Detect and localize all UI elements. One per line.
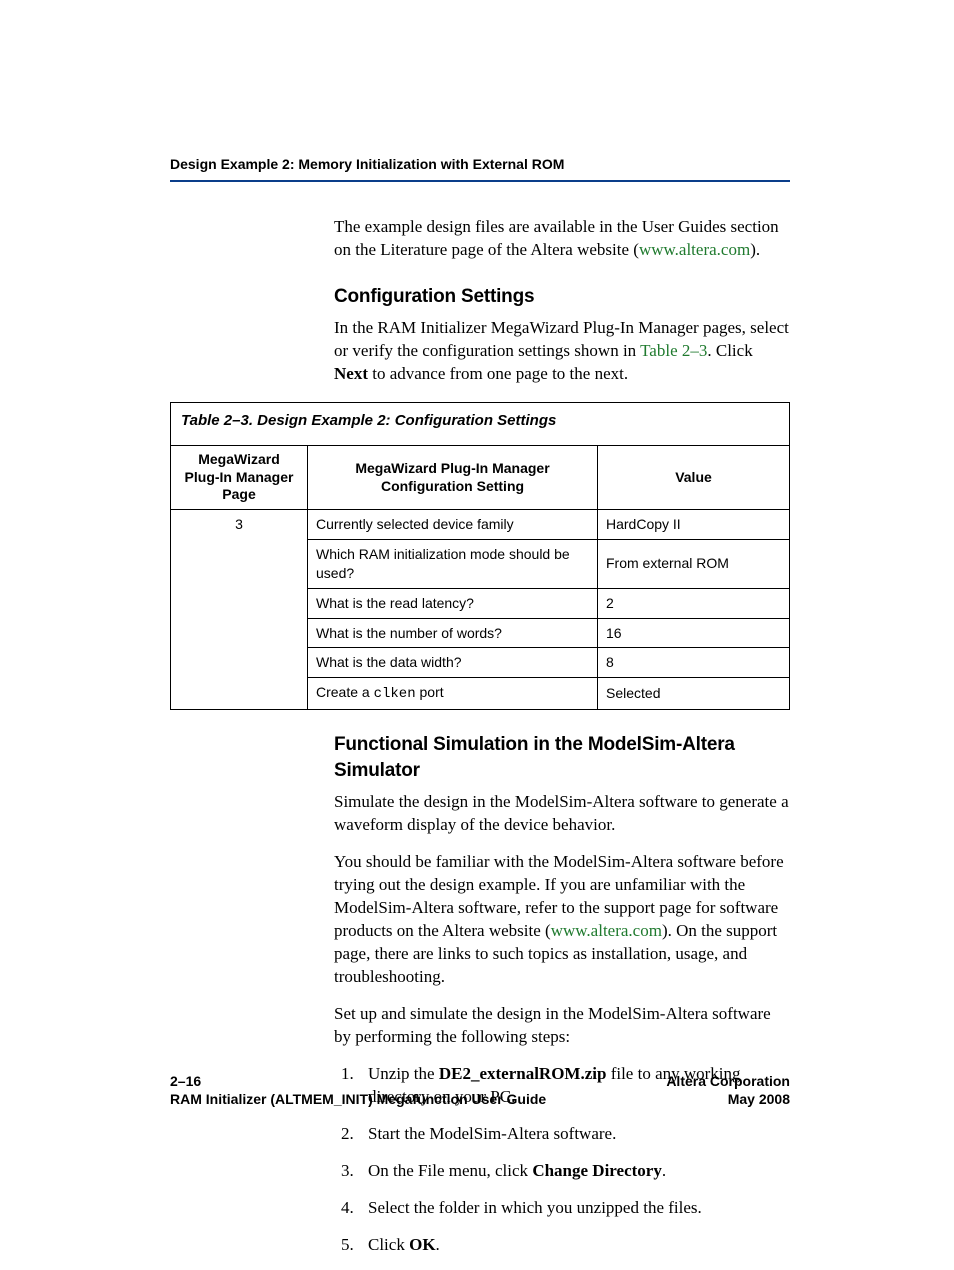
cell-setting: What is the data width? xyxy=(308,648,598,678)
config-table: Table 2–3. Design Example 2: Configurati… xyxy=(170,402,790,710)
table-xref[interactable]: Table 2–3 xyxy=(640,341,707,360)
step-text: Click xyxy=(368,1235,409,1254)
sim-p3: Set up and simulate the design in the Mo… xyxy=(334,1003,790,1049)
cell-setting-pre: Create a xyxy=(316,684,374,700)
cell-value: 8 xyxy=(598,648,790,678)
step-bold: OK xyxy=(409,1235,435,1254)
sim-heading: Functional Simulation in the ModelSim-Al… xyxy=(334,732,790,783)
cell-page: 3 xyxy=(171,509,308,709)
cell-value: 16 xyxy=(598,618,790,648)
list-item: Click OK. xyxy=(358,1234,790,1257)
cell-setting: Currently selected device family xyxy=(308,509,598,539)
intro-text-b: ). xyxy=(750,240,760,259)
col-header-setting: MegaWizard Plug-In Manager Configuration… xyxy=(308,446,598,510)
intro-paragraph: The example design files are available i… xyxy=(334,216,790,262)
cell-setting-post: port xyxy=(416,684,444,700)
sim-p1: Simulate the design in the ModelSim-Alte… xyxy=(334,791,790,837)
config-paragraph: In the RAM Initializer MegaWizard Plug-I… xyxy=(334,317,790,386)
cell-setting: Create a clken port xyxy=(308,678,598,710)
list-item: Start the ModelSim-Altera software. xyxy=(358,1123,790,1146)
running-header: Design Example 2: Memory Initialization … xyxy=(170,155,790,182)
footer-left: 2–16 RAM Initializer (ALTMEM_INIT) Megaf… xyxy=(170,1072,546,1108)
table-header-row: MegaWizard Plug-In Manager Page MegaWiza… xyxy=(171,446,790,510)
cell-setting: What is the read latency? xyxy=(308,588,598,618)
footer-page-number: 2–16 xyxy=(170,1073,201,1089)
config-text-b: . Click xyxy=(707,341,752,360)
footer-company: Altera Corporation xyxy=(666,1073,790,1089)
cell-value: From external ROM xyxy=(598,539,790,588)
step-text: Start the ModelSim-Altera software. xyxy=(368,1124,616,1143)
step-text: Select the folder in which you unzipped … xyxy=(368,1198,702,1217)
altera-link[interactable]: www.altera.com xyxy=(639,240,750,259)
step-text: . xyxy=(436,1235,440,1254)
step-text: On the File menu, click xyxy=(368,1161,532,1180)
table-row: 3 Currently selected device family HardC… xyxy=(171,509,790,539)
table-caption: Table 2–3. Design Example 2: Configurati… xyxy=(170,402,790,445)
config-text-c: to advance from one page to the next. xyxy=(368,364,628,383)
page-footer: 2–16 RAM Initializer (ALTMEM_INIT) Megaf… xyxy=(170,1072,790,1108)
sim-p2: You should be familiar with the ModelSim… xyxy=(334,851,790,989)
col-header-value: Value xyxy=(598,446,790,510)
next-label: Next xyxy=(334,364,368,383)
altera-link[interactable]: www.altera.com xyxy=(551,921,662,940)
cell-setting: Which RAM initialization mode should be … xyxy=(308,539,598,588)
footer-date: May 2008 xyxy=(728,1091,790,1107)
cell-value: 2 xyxy=(598,588,790,618)
footer-guide-title: RAM Initializer (ALTMEM_INIT) Megafuncti… xyxy=(170,1091,546,1107)
cell-value: Selected xyxy=(598,678,790,710)
cell-setting: What is the number of words? xyxy=(308,618,598,648)
config-heading: Configuration Settings xyxy=(334,284,790,310)
cell-setting-code: clken xyxy=(374,686,416,702)
list-item: On the File menu, click Change Directory… xyxy=(358,1160,790,1183)
cell-value: HardCopy II xyxy=(598,509,790,539)
step-bold: Change Directory xyxy=(532,1161,662,1180)
footer-right: Altera Corporation May 2008 xyxy=(666,1072,790,1108)
intro-block: The example design files are available i… xyxy=(334,216,790,386)
list-item: Select the folder in which you unzipped … xyxy=(358,1197,790,1220)
step-text: . xyxy=(662,1161,666,1180)
col-header-page: MegaWizard Plug-In Manager Page xyxy=(171,446,308,510)
sim-block: Functional Simulation in the ModelSim-Al… xyxy=(334,732,790,1256)
